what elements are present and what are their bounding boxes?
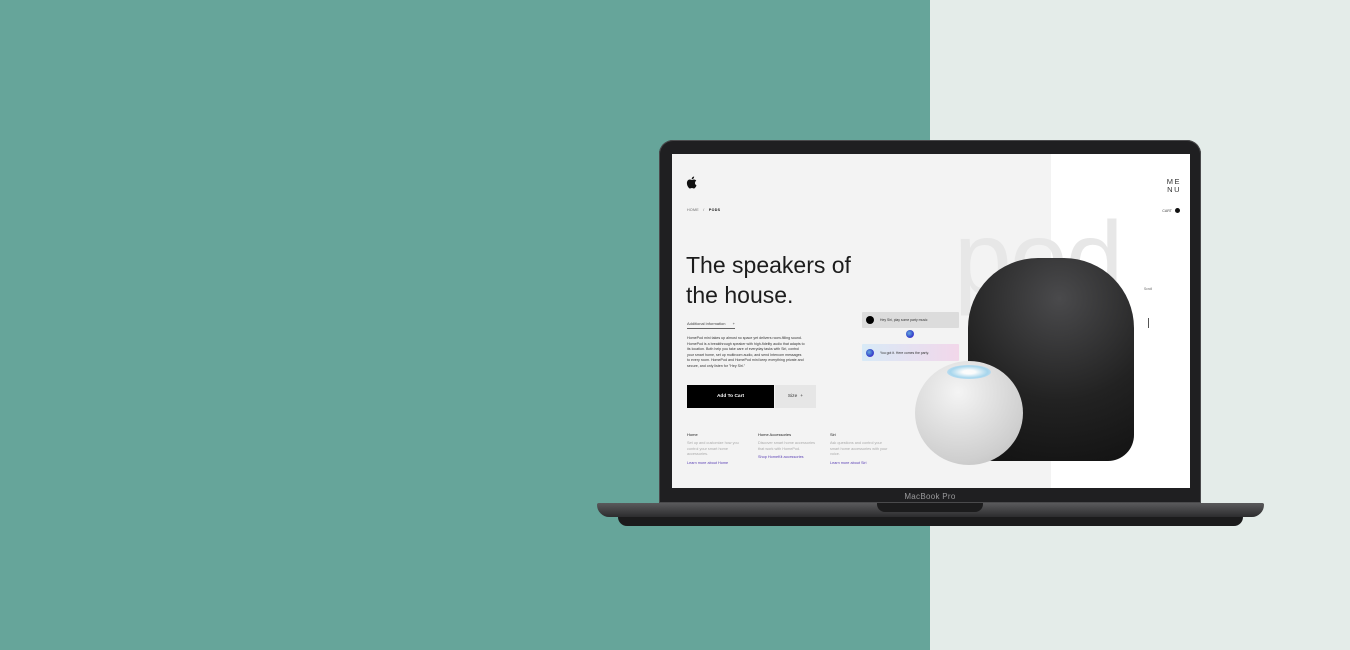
menu-label-line2: NU: [1167, 185, 1181, 194]
breadcrumb: HOME / PODS: [687, 208, 720, 212]
menu-button[interactable]: ME NU: [1167, 178, 1181, 194]
size-selector[interactable]: Size +: [775, 385, 816, 408]
page-title: The speakers of the house.: [686, 250, 851, 310]
plus-icon: +: [732, 321, 735, 326]
column-text: Set up and customize how you control you…: [687, 441, 739, 456]
breadcrumb-separator: /: [703, 208, 705, 212]
apple-logo-icon[interactable]: [686, 176, 697, 189]
laptop-base-edge: [618, 517, 1243, 526]
siri-avatar-icon: [866, 348, 874, 357]
chat-user-text: Hey Siri, play some party music: [880, 318, 928, 322]
headline-line1: The speakers of: [686, 252, 851, 278]
chat-bubble-user: Hey Siri, play some party music: [862, 312, 959, 328]
info-column-siri: Siri Ask questions and control your smar…: [830, 432, 892, 465]
column-link[interactable]: Learn more about Siri: [830, 461, 892, 465]
info-column-home-accessories: Home Accessories Discover smart home acc…: [758, 432, 820, 459]
side-scroll-label: Scroll: [1144, 287, 1152, 291]
laptop-model-label: MacBook Pro: [904, 492, 956, 501]
add-to-cart-button[interactable]: Add To Cart: [687, 385, 774, 408]
siri-icon: [906, 330, 914, 338]
cart-button[interactable]: CART: [1162, 208, 1180, 213]
breadcrumb-current: PODS: [708, 208, 721, 212]
laptop-notch: [877, 503, 983, 512]
chat-siri-text: You got it. Here comes the party.: [880, 350, 930, 355]
cart-label: CART: [1162, 208, 1172, 213]
size-label: Size: [787, 394, 798, 399]
laptop-screen: pod ME NU HOME / PODS CART The speakers …: [672, 154, 1190, 488]
column-title: Home: [687, 432, 698, 437]
size-plus-icon: +: [800, 394, 804, 399]
homepod-mini-top-glow: [947, 365, 991, 379]
column-text: Ask questions and control your smart hom…: [830, 441, 888, 456]
additional-information-toggle[interactable]: Additional information +: [687, 321, 735, 329]
additional-information-label: Additional information: [687, 321, 726, 326]
headline-line2: the house.: [686, 282, 794, 308]
column-link[interactable]: Learn more about Home: [687, 461, 749, 465]
column-link[interactable]: Shop HomeKit accessories: [758, 455, 820, 459]
column-title: Home Accessories: [758, 432, 792, 437]
column-text: Discover smart home accessories that wor…: [758, 441, 815, 451]
info-column-home: Home Set up and customize how you contro…: [687, 432, 749, 465]
chat-bubble-siri: You got it. Here comes the party.: [862, 344, 959, 361]
user-avatar-icon: [866, 316, 874, 324]
side-scroll-indicator[interactable]: [1148, 318, 1149, 328]
breadcrumb-home[interactable]: HOME: [687, 208, 699, 212]
product-description: HomePod mini takes up almost no space ye…: [687, 336, 805, 368]
column-title: Siri: [830, 432, 836, 437]
cart-dot-icon: [1175, 208, 1180, 213]
